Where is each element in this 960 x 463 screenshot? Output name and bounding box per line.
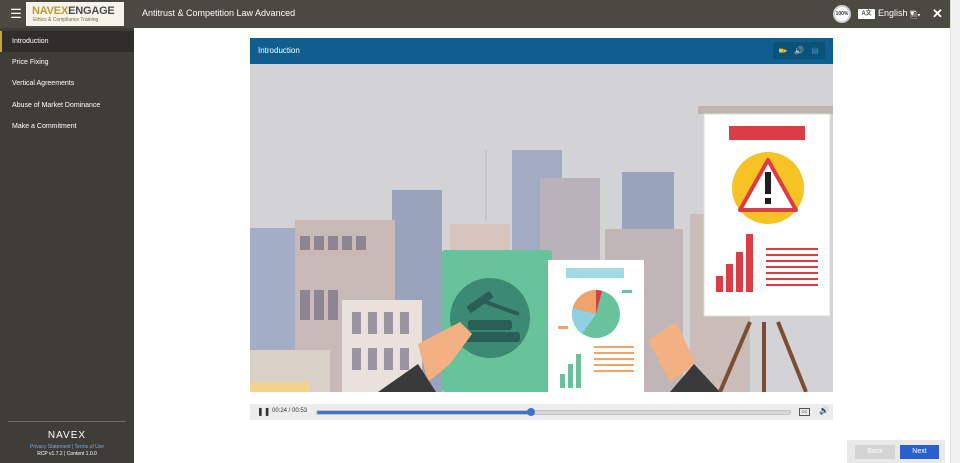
sidebar: Introduction Price Fixing Vertical Agree…: [0, 28, 134, 463]
time-display: 00:24 / 00:53: [272, 408, 308, 414]
video-frame[interactable]: [250, 64, 833, 392]
next-button[interactable]: Next: [900, 445, 939, 459]
closed-captions-button[interactable]: CC: [799, 408, 810, 416]
course-title: Antitrust & Competition Law Advanced: [142, 8, 296, 18]
footer-navigation: Back Next: [847, 440, 945, 463]
player-header: Introduction ■▸ 🔊 ▤: [250, 38, 833, 64]
sidebar-brand: NAVEX: [47, 430, 87, 441]
back-button[interactable]: Back: [855, 445, 895, 459]
language-label: English: [878, 8, 908, 18]
version-info: RCP v1.7.2 | Content 1.0.0: [37, 451, 97, 457]
scrollbar[interactable]: [950, 0, 960, 463]
seek-bar-thumb[interactable]: [527, 408, 536, 416]
progress-badge: 100%: [833, 5, 851, 23]
media-tabs: ■▸ 🔊 ▤: [773, 42, 825, 59]
transcript-icon[interactable]: ▤: [809, 45, 821, 56]
sidebar-item-make-a-commitment[interactable]: Make a Commitment: [0, 116, 134, 137]
pause-button[interactable]: ❚❚: [257, 407, 270, 417]
top-bar: ☰ NAVEXENGAGE Ethics & Compliance Traini…: [0, 0, 950, 28]
menu-icon[interactable]: ☰: [9, 6, 23, 22]
logo-tagline: Ethics & Compliance Training: [33, 17, 99, 23]
close-icon[interactable]: ✕: [932, 6, 944, 21]
seek-bar[interactable]: [316, 408, 791, 416]
seek-bar-fill: [317, 411, 532, 414]
volume-icon[interactable]: 🔊: [819, 406, 829, 418]
logo-wordmark: NAVEXENGAGE: [32, 5, 115, 17]
logo-navex-text: NAVEX: [32, 5, 69, 17]
sidebar-divider: [8, 421, 126, 422]
sidebar-item-abuse-of-market-dominance[interactable]: Abuse of Market Dominance: [0, 95, 134, 116]
sidebar-item-introduction[interactable]: Introduction: [0, 31, 134, 52]
video-player: Introduction ■▸ 🔊 ▤: [250, 38, 833, 392]
sidebar-item-price-fixing[interactable]: Price Fixing: [0, 52, 134, 73]
privacy-terms-links[interactable]: Privacy Statement | Terms of Use: [0, 444, 134, 450]
audio-icon[interactable]: 🔊: [793, 45, 805, 56]
navex-engage-logo: NAVEXENGAGE Ethics & Compliance Training: [26, 2, 124, 26]
sidebar-item-vertical-agreements[interactable]: Vertical Agreements: [0, 73, 134, 94]
player-controls: ❚❚ 00:24 / 00:53 CC 🔊: [250, 404, 833, 420]
language-icon[interactable]: A文: [858, 9, 875, 19]
video-camera-icon[interactable]: ■▸: [777, 45, 789, 56]
document-icon[interactable]: 🗎▾: [910, 8, 926, 20]
logo-engage-text: ENGAGE: [68, 5, 115, 17]
city-illustration: [250, 64, 833, 392]
player-title: Introduction: [258, 46, 300, 55]
